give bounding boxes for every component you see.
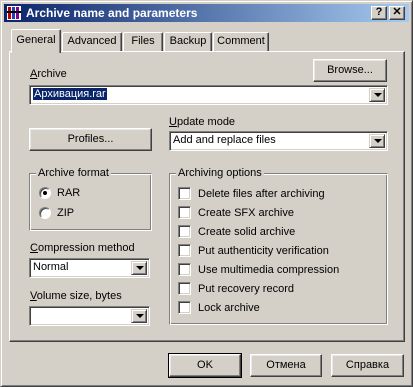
tab-general[interactable]: General — [11, 29, 61, 53]
tab-backup[interactable]: Backup — [164, 32, 212, 52]
cancel-button[interactable]: Отмена — [250, 354, 322, 377]
tab-comment[interactable]: Comment — [213, 32, 269, 52]
title-bar[interactable]: Archive name and parameters ? ✕ — [4, 4, 409, 22]
window-title: Archive name and parameters — [26, 6, 198, 20]
help-title-button[interactable]: ? — [371, 6, 387, 20]
ok-button[interactable]: OK — [168, 353, 242, 378]
archive-dialog: Archive name and parameters ? ✕ General … — [0, 0, 413, 387]
general-tab-panel — [9, 51, 405, 342]
close-title-button[interactable]: ✕ — [389, 6, 405, 20]
tab-advanced[interactable]: Advanced — [62, 32, 122, 52]
help-button[interactable]: Справка — [331, 354, 404, 377]
winrar-app-icon — [7, 6, 21, 20]
tab-files[interactable]: Files — [123, 32, 163, 52]
